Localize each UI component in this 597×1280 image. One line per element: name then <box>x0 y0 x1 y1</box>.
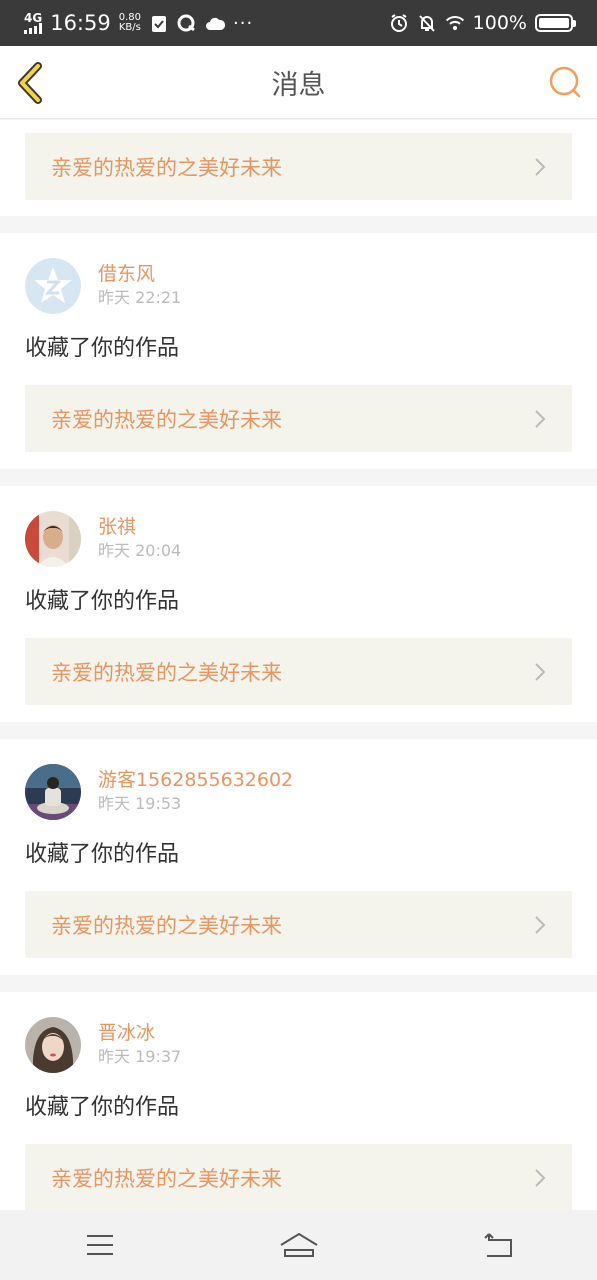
search-button[interactable] <box>547 64 583 100</box>
signal-bars-icon <box>24 22 42 34</box>
avatar[interactable] <box>25 258 81 314</box>
action-text: 收藏了你的作品 <box>25 336 180 361</box>
clock: 16:59 <box>50 11 111 35</box>
work-title: 亲爱的热爱的之美好未来 <box>51 155 282 180</box>
avatar[interactable] <box>25 1017 81 1073</box>
work-link[interactable]: 亲爱的热爱的之美好未来 <box>25 891 572 958</box>
timestamp: 昨天 19:53 <box>98 794 182 813</box>
battery-icon <box>535 14 576 32</box>
battery-percent: 100% <box>472 12 527 34</box>
work-title: 亲爱的热爱的之美好未来 <box>51 913 282 938</box>
message-list: 亲爱的热爱的之美好未来 借东风 昨天 22:21 收藏了你的作品 亲爱的热爱的之… <box>0 120 597 1210</box>
work-link[interactable]: 亲爱的热爱的之美好未来 <box>25 1144 572 1210</box>
wifi-icon <box>445 14 465 32</box>
timestamp: 昨天 20:04 <box>98 541 182 560</box>
user-photo-icon <box>25 511 81 567</box>
default-avatar-icon <box>25 258 81 314</box>
back-chevron-icon <box>18 62 42 104</box>
speed-unit: KB/s <box>118 22 141 33</box>
list-item: 张祺 昨天 20:04 收藏了你的作品 亲爱的热爱的之美好未来 <box>0 486 597 722</box>
back-arrow-icon <box>483 1233 512 1257</box>
work-title: 亲爱的热爱的之美好未来 <box>51 660 282 685</box>
system-nav-bar <box>0 1210 597 1280</box>
menu-button[interactable] <box>70 1225 130 1265</box>
page-title: 消息 <box>271 69 326 101</box>
signal-indicator: 4G <box>24 10 43 34</box>
username[interactable]: 张祺 <box>98 515 181 539</box>
home-button[interactable] <box>269 1225 329 1265</box>
clipboard-check-icon <box>149 14 169 32</box>
alarm-icon <box>389 14 409 32</box>
list-item: 晋冰冰 昨天 19:37 收藏了你的作品 亲爱的热爱的之美好未来 <box>0 992 597 1210</box>
work-title: 亲爱的热爱的之美好未来 <box>51 407 282 432</box>
list-item: 游客1562855632602 昨天 19:53 收藏了你的作品 亲爱的热爱的之… <box>0 739 597 975</box>
chevron-right-icon <box>535 157 546 176</box>
work-title: 亲爱的热爱的之美好未来 <box>51 1166 282 1191</box>
action-text: 收藏了你的作品 <box>25 589 180 614</box>
username[interactable]: 游客1562855632602 <box>98 768 293 792</box>
timestamp: 昨天 22:21 <box>98 288 182 307</box>
back-button[interactable] <box>14 62 50 104</box>
network-type: 4G <box>24 10 43 25</box>
chevron-right-icon <box>535 409 546 428</box>
action-text: 收藏了你的作品 <box>25 842 180 867</box>
timestamp: 昨天 19:37 <box>98 1047 182 1066</box>
menu-icon <box>86 1235 113 1255</box>
search-icon <box>549 66 581 98</box>
mute-bell-icon <box>417 14 437 32</box>
action-text: 收藏了你的作品 <box>25 1095 180 1120</box>
user-photo-icon <box>25 1017 81 1073</box>
username[interactable]: 晋冰冰 <box>98 1021 181 1045</box>
user-photo-icon <box>25 764 81 820</box>
work-link[interactable]: 亲爱的热爱的之美好未来 <box>25 638 572 705</box>
chevron-right-icon <box>535 1168 546 1187</box>
list-item: 亲爱的热爱的之美好未来 <box>0 120 597 216</box>
q-app-icon <box>177 14 197 32</box>
network-speed: 0.80 KB/s <box>119 13 141 33</box>
cloud-icon <box>205 14 225 32</box>
list-item: 借东风 昨天 22:21 收藏了你的作品 亲爱的热爱的之美好未来 <box>0 233 597 469</box>
avatar[interactable] <box>25 764 81 820</box>
work-link[interactable]: 亲爱的热爱的之美好未来 <box>25 133 572 200</box>
app-header: 消息 <box>0 46 597 119</box>
username[interactable]: 借东风 <box>98 262 181 286</box>
back-nav-button[interactable] <box>468 1225 528 1265</box>
status-bar: 4G 16:59 0.80 KB/s ··· 100% <box>0 0 597 46</box>
more-notifications-icon: ··· <box>233 12 254 34</box>
work-link[interactable]: 亲爱的热爱的之美好未来 <box>25 385 572 452</box>
chevron-right-icon <box>535 915 546 934</box>
chevron-right-icon <box>535 662 546 681</box>
avatar[interactable] <box>25 511 81 567</box>
home-icon <box>279 1232 318 1257</box>
